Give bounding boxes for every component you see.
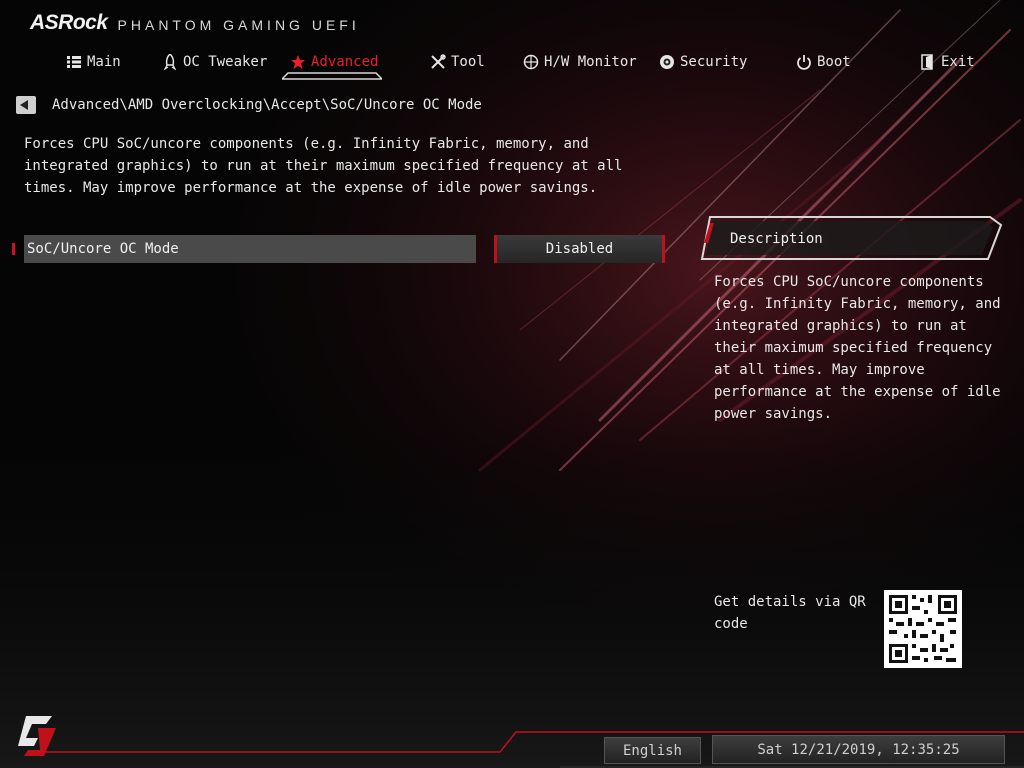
tab-security[interactable]: Security — [659, 48, 747, 76]
tab-hw-monitor[interactable]: H/W Monitor — [523, 48, 637, 76]
language-button[interactable]: English — [604, 737, 701, 764]
exit-door-icon — [920, 54, 936, 70]
tab-boot-label: Boot — [817, 54, 851, 70]
tab-oc-tweaker[interactable]: OC Tweaker — [162, 48, 267, 76]
crosshair-icon — [523, 54, 539, 70]
tab-main-label: Main — [87, 54, 121, 70]
tab-advanced-label: Advanced — [311, 54, 379, 70]
asrock-logo: ASRock — [30, 11, 108, 34]
tab-exit-label: Exit — [941, 54, 975, 70]
star-icon — [290, 54, 306, 70]
tab-exit[interactable]: Exit — [920, 48, 975, 76]
rocket-icon — [162, 54, 178, 70]
description-title: Description — [730, 231, 823, 247]
help-text: Forces CPU SoC/uncore components (e.g. I… — [24, 136, 623, 196]
tab-hw-monitor-label: H/W Monitor — [544, 54, 637, 70]
list-icon — [66, 54, 82, 70]
qr-code — [884, 590, 962, 668]
tools-icon — [430, 54, 446, 70]
qr-caption: Get details via QR code — [714, 594, 866, 632]
option-value-dropdown[interactable]: Disabled — [494, 235, 665, 263]
option-row-soc-uncore-oc-mode[interactable]: SoC/Uncore OC Mode Disabled — [12, 235, 672, 263]
tab-boot[interactable]: Boot — [796, 48, 851, 76]
date-time-display: Sat 12/21/2019, 12:35:25 — [712, 735, 1005, 764]
tab-oc-tweaker-label: OC Tweaker — [183, 54, 268, 70]
tab-tool[interactable]: Tool — [430, 48, 485, 76]
top-navigation: Main OC Tweaker Advanced Tool H/W Monito… — [0, 48, 1024, 80]
brand-header: ASRock PHANTOM GAMING UEFI — [30, 10, 360, 36]
breadcrumb: Advanced\AMD Overclocking\Accept\SoC/Unc… — [16, 95, 482, 115]
power-icon — [796, 54, 812, 70]
tab-main[interactable]: Main — [66, 48, 121, 76]
active-tab-indicator — [282, 72, 382, 80]
brand-subtitle: PHANTOM GAMING UEFI — [117, 17, 360, 33]
back-button[interactable] — [16, 96, 36, 114]
tab-security-label: Security — [680, 54, 748, 70]
tab-tool-label: Tool — [451, 54, 485, 70]
description-body: Forces CPU SoC/uncore components (e.g. I… — [714, 274, 1001, 422]
shield-icon — [659, 54, 675, 70]
breadcrumb-path: Advanced\AMD Overclocking\Accept\SoC/Unc… — [52, 97, 482, 113]
option-label[interactable]: SoC/Uncore OC Mode — [24, 235, 476, 263]
selection-marker — [12, 243, 15, 255]
